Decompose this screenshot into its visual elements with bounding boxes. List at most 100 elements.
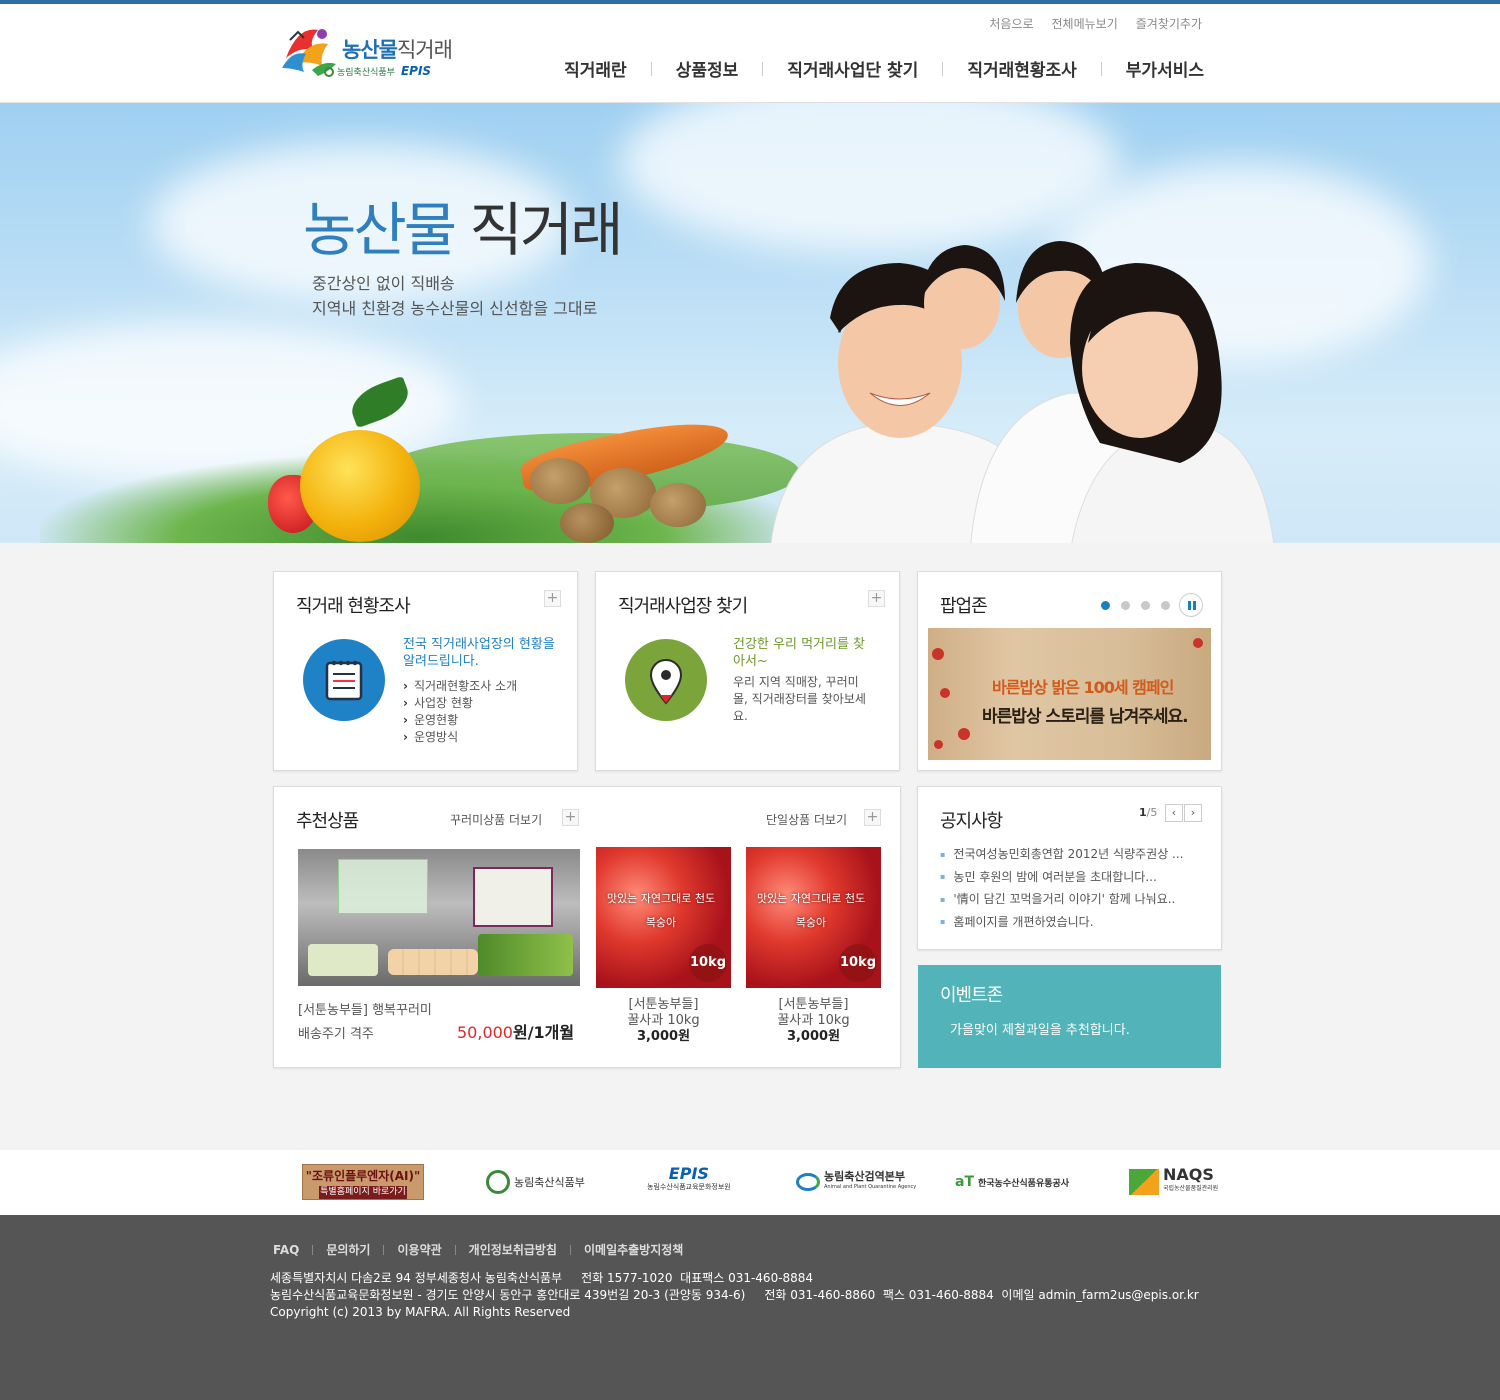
- bundle-delivery-cycle: 배송주기 격주: [298, 1027, 374, 1042]
- popup-dot-4[interactable]: [1161, 601, 1170, 610]
- hero-desc-line: 지역내 친환경 농수산물의 신선함을 그대로: [312, 299, 598, 318]
- util-sitemap-link[interactable]: 전체메뉴보기: [1052, 15, 1118, 32]
- naqs-emblem-icon: [1129, 1169, 1159, 1195]
- find-business-more-button[interactable]: +: [868, 590, 885, 607]
- footer-email-policy-link[interactable]: 이메일추출방지정책: [584, 1241, 683, 1258]
- map-pin-icon: [625, 639, 707, 721]
- single-product-image[interactable]: 맛있는 자연그대로 천도복숭아 10kg: [596, 847, 731, 988]
- find-business-box: 직거래사업장 찾기 + 건강한 우리 먹거리를 찾아서~ 우리 지역 직매장, …: [595, 571, 900, 771]
- survey-link-operation[interactable]: 운영현황: [414, 713, 458, 727]
- util-home-link[interactable]: 처음으로: [989, 15, 1033, 32]
- partner-naqs-text: NAQS 국립농산물품질관리원: [1163, 1167, 1219, 1196]
- tomato-decoration: [940, 688, 950, 698]
- partner-naqs[interactable]: NAQS 국립농산물품질관리원: [1129, 1164, 1218, 1200]
- bundle-product-image[interactable]: [298, 849, 580, 986]
- family-photo: [770, 241, 1275, 543]
- site-header: 농산물직거래 농림축산식품부 EPIS 처음으로 전체메뉴보기 즐겨찾기추가 직거…: [0, 0, 1500, 103]
- footer-inquiry-link[interactable]: 문의하기: [326, 1241, 370, 1258]
- survey-link-intro[interactable]: 직거래현황조사 소개: [414, 679, 517, 693]
- bundle-more-button[interactable]: +: [562, 809, 579, 826]
- recommended-products: 추천상품 꾸러미상품 더보기 + 단일상품 더보기 + [서툰농부들] 행복꾸러…: [273, 786, 901, 1068]
- single-more-button[interactable]: +: [864, 809, 881, 826]
- bundle-product-name[interactable]: [서툰농부들] 행복꾸러미: [298, 999, 432, 1018]
- ai-banner-sub: 특별홈페이지 바로가기: [319, 1186, 407, 1199]
- survey-title: 직거래 현황조사: [296, 596, 411, 617]
- single-product-image[interactable]: 맛있는 자연그대로 천도복숭아 10kg: [746, 847, 881, 988]
- footer-divider: [312, 1244, 314, 1255]
- chevron-right-icon[interactable]: ›: [1184, 804, 1202, 822]
- partner-qia-text: 농림축산검역본부 Animal and Plant Quarantine Age…: [824, 1171, 916, 1193]
- partner-qia[interactable]: 농림축산검역본부 Animal and Plant Quarantine Age…: [796, 1164, 916, 1200]
- partner-qia-label: 농림축산검역본부: [824, 1170, 905, 1183]
- single-product-price: 3,000원: [636, 1029, 691, 1044]
- nav-products[interactable]: 상품정보: [652, 56, 763, 81]
- hero-potato: [530, 458, 590, 504]
- pause-icon[interactable]: [1179, 593, 1203, 617]
- hero-description: 중간상인 없이 직배송 지역내 친환경 농수산물의 신선함을 그대로: [312, 271, 597, 321]
- popup-zone-title: 팝업존: [940, 596, 988, 617]
- partner-mafra[interactable]: 농림축산식품부: [486, 1164, 585, 1200]
- single-product-spec: 꿀사과 10kg: [777, 1013, 850, 1028]
- partner-epis[interactable]: EPIS 농림수산식품교육문화정보원: [647, 1166, 731, 1202]
- footer-privacy-link[interactable]: 개인정보취급방침: [469, 1241, 557, 1258]
- event-zone-title: 이벤트존: [940, 985, 1003, 1006]
- find-business-lead: 건강한 우리 먹거리를 찾아서~: [733, 637, 865, 669]
- weight-badge: 10kg: [839, 944, 877, 982]
- partner-at-label: 한국농수산식품유통공사: [978, 1178, 1070, 1189]
- notice-item[interactable]: '情이 담긴 꼬먹을거리 이야기' 함께 나눠요..: [940, 888, 1190, 911]
- utility-links: 처음으로 전체메뉴보기 즐겨찾기추가: [989, 15, 1202, 32]
- nav-find-business[interactable]: 직거래사업단 찾기: [763, 56, 942, 81]
- nav-survey[interactable]: 직거래현황조사: [943, 56, 1100, 81]
- egg-tray: [388, 949, 478, 975]
- ai-banner-title: "조류인플루엔자(AI)": [305, 1169, 421, 1183]
- single-product-name[interactable]: [서툰농부들]: [596, 997, 731, 1013]
- footer-info: 세종특별자치시 다솜2로 94 정부세종청사 농림축산식품부 전화 1577-1…: [270, 1270, 1199, 1321]
- nav-about[interactable]: 직거래란: [540, 56, 651, 81]
- popup-banner-line2: 바른밥상 스토리를 남겨주세요.: [982, 707, 1189, 727]
- hero-orange: [300, 430, 420, 542]
- util-bookmark-link[interactable]: 즐겨찾기추가: [1136, 15, 1202, 32]
- survey-link-list: 직거래현황조사 소개 사업장 현황 운영현황 운영방식: [403, 678, 517, 746]
- find-business-title: 직거래사업장 찾기: [618, 596, 748, 617]
- notice-page-total: /5: [1146, 806, 1158, 819]
- popup-dot-3[interactable]: [1141, 601, 1150, 610]
- products-title: 추천상품: [296, 811, 359, 832]
- single-product-spec: 꿀사과 10kg: [627, 1013, 700, 1028]
- notice-item[interactable]: 전국여성농민회총연합 2012년 식량주권상 ...: [940, 843, 1190, 866]
- notice-title: 공지사항: [940, 811, 1003, 832]
- footer-divider: [454, 1244, 456, 1255]
- hero-potato: [650, 483, 706, 527]
- tomato-decoration: [1193, 638, 1203, 648]
- tomato-decoration: [934, 740, 943, 749]
- notice-item[interactable]: 홈페이지를 개편하였습니다.: [940, 911, 1190, 934]
- survey-link-status[interactable]: 사업장 현황: [414, 696, 473, 710]
- hero-banner: 농산물 직거래 중간상인 없이 직배송 지역내 친환경 농수산물의 신선함을 그…: [0, 103, 1500, 543]
- logo-sub: 농림축산식품부 EPIS: [324, 64, 431, 78]
- chevron-left-icon[interactable]: ‹: [1165, 804, 1183, 822]
- popup-campaign-banner[interactable]: 바른밥상 밝은 100세 캠페인 바른밥상 스토리를 남겨주세요.: [928, 628, 1211, 760]
- survey-link-method[interactable]: 운영방식: [414, 730, 458, 744]
- partner-mafra-label: 농림축산식품부: [514, 1176, 585, 1189]
- popup-zone: 팝업존 바른밥상 밝은 100세 캠페인 바른밥상 스토리를 남겨주세요.: [917, 571, 1222, 771]
- single-product-name[interactable]: [서툰농부들]: [746, 997, 881, 1013]
- bundle-more-link[interactable]: 꾸러미상품 더보기: [450, 811, 542, 828]
- survey-more-button[interactable]: +: [544, 590, 561, 607]
- vegetable-pack: [308, 944, 378, 976]
- event-zone[interactable]: 이벤트존 가을맞이 제철과일을 추천합니다.: [918, 965, 1221, 1068]
- site-logo[interactable]: 농산물직거래 농림축산식품부 EPIS: [278, 18, 458, 82]
- footer-faq-link[interactable]: FAQ: [273, 1243, 299, 1257]
- nav-extra-services[interactable]: 부가서비스: [1102, 56, 1204, 81]
- avian-influenza-banner[interactable]: "조류인플루엔자(AI)" 특별홈페이지 바로가기: [302, 1164, 424, 1200]
- product-caption-overlay: 맛있는 자연그대로 천도복숭아: [756, 892, 866, 929]
- single-more-link[interactable]: 단일상품 더보기: [766, 811, 847, 828]
- footer-terms-link[interactable]: 이용약관: [397, 1241, 441, 1258]
- partner-at[interactable]: aT 한국농수산식품유통공사: [955, 1164, 1069, 1200]
- notice-item[interactable]: 농민 후원의 밤에 여러분을 초대합니다...: [940, 866, 1190, 889]
- find-business-desc: 우리 지역 직매장, 꾸러미몰, 직거래장터를 찾아보세요.: [733, 675, 866, 723]
- package-box: [473, 867, 553, 927]
- single-product-info: [서툰농부들] 꿀사과 10kg 3,000원: [746, 997, 881, 1045]
- popup-dot-2[interactable]: [1121, 601, 1130, 610]
- partner-naqs-sub: 국립농산물품질관리원: [1163, 1185, 1219, 1192]
- popup-dot-1[interactable]: [1101, 601, 1110, 610]
- popup-banner-line1: 바른밥상 밝은 100세 캠페인: [992, 678, 1174, 697]
